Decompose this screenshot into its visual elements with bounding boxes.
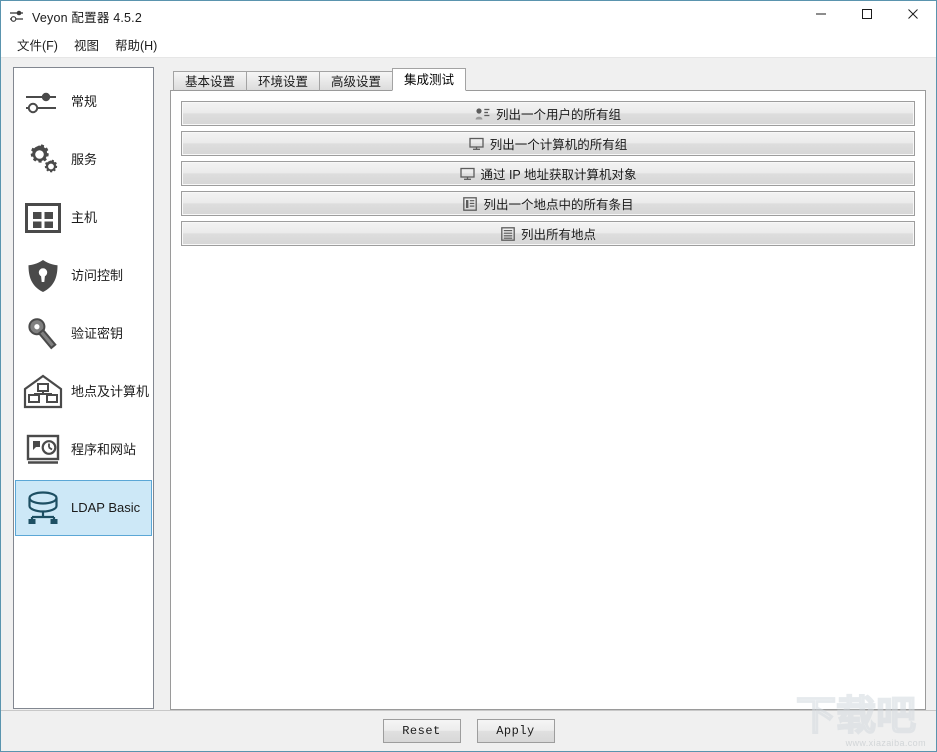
list-all-locations-button[interactable]: 列出所有地点	[181, 221, 915, 246]
sidebar-item-master[interactable]: 主机	[15, 190, 152, 246]
button-label: 列出一个计算机的所有组	[490, 134, 628, 153]
apply-button[interactable]: Apply	[477, 719, 555, 743]
tab-strip: 基本设置 环境设置 高级设置 集成测试	[170, 67, 926, 91]
sidebar-item-access-control[interactable]: 访问控制	[15, 248, 152, 304]
sidebar-item-general[interactable]: 常规	[15, 74, 152, 130]
button-label: 列出所有地点	[521, 224, 596, 243]
tab-integration-tests[interactable]: 集成测试	[392, 68, 466, 91]
maximize-icon	[861, 7, 873, 25]
sidebar-item-programs-websites[interactable]: 程序和网站	[15, 422, 152, 478]
list-all-entries-of-location-button[interactable]: 列出一个地点中的所有条目	[181, 191, 915, 216]
shield-keyhole-icon	[21, 254, 65, 298]
user-list-icon	[475, 106, 491, 122]
button-label: 列出一个地点中的所有条目	[483, 194, 633, 213]
monitor-icon	[469, 136, 485, 152]
get-computer-object-by-ip-button[interactable]: 通过 IP 地址获取计算机对象	[181, 161, 915, 186]
window-title: Veyon 配置器 4.5.2	[32, 7, 142, 26]
program-clock-icon	[21, 428, 65, 472]
sidebar-item-label: 程序和网站	[71, 443, 136, 457]
database-icon	[21, 486, 65, 530]
settings-pane: 基本设置 环境设置 高级设置 集成测试	[170, 67, 926, 710]
grid-window-icon	[21, 196, 65, 240]
list-panel-icon	[462, 196, 478, 212]
sidebar-item-locations-computers[interactable]: 地点及计算机	[15, 364, 152, 420]
list-rows-icon	[500, 226, 516, 242]
sliders-icon	[9, 8, 25, 24]
key-icon	[21, 312, 65, 356]
sidebar-item-label: 主机	[71, 211, 97, 225]
menu-help[interactable]: 帮助(H)	[107, 32, 165, 57]
minimize-button[interactable]	[798, 1, 844, 31]
menu-view[interactable]: 视图	[66, 32, 107, 57]
sidebar-item-label: LDAP Basic	[71, 501, 140, 515]
sidebar-item-service[interactable]: 服务	[15, 132, 152, 188]
menu-file[interactable]: 文件(F)	[9, 32, 66, 57]
work-area: 常规 服务	[1, 58, 936, 710]
list-all-groups-of-user-button[interactable]: 列出一个用户的所有组	[181, 101, 915, 126]
settings-sidebar: 常规 服务	[13, 67, 154, 709]
gears-icon	[21, 138, 65, 182]
sidebar-item-ldap-basic[interactable]: LDAP Basic	[15, 480, 152, 536]
integration-tests-panel: 列出一个用户的所有组 列出一个计算机的所有组	[170, 90, 926, 710]
tab-advanced-settings[interactable]: 高级设置	[319, 71, 393, 91]
list-all-groups-of-computer-button[interactable]: 列出一个计算机的所有组	[181, 131, 915, 156]
tab-environment-settings[interactable]: 环境设置	[246, 71, 320, 91]
sidebar-item-label: 验证密钥	[71, 327, 123, 341]
title-bar: Veyon 配置器 4.5.2	[1, 1, 936, 31]
sidebar-item-label: 服务	[71, 153, 97, 167]
tab-basic-settings[interactable]: 基本设置	[173, 71, 247, 91]
sidebar-item-label: 访问控制	[71, 269, 123, 283]
minimize-icon	[815, 7, 827, 25]
sidebar-item-auth-keys[interactable]: 验证密钥	[15, 306, 152, 362]
button-label: 列出一个用户的所有组	[496, 104, 621, 123]
window-controls	[798, 1, 936, 31]
close-icon	[907, 7, 919, 25]
sidebar-item-label: 常规	[71, 95, 97, 109]
monitor-icon	[459, 166, 475, 182]
application-window: Veyon 配置器 4.5.2	[0, 0, 937, 752]
close-button[interactable]	[890, 1, 936, 31]
footer-bar: Reset Apply 下载吧 www.xiazaiba.com	[1, 710, 936, 751]
watermark-url: www.xiazaiba.com	[846, 738, 926, 748]
reset-button[interactable]: Reset	[383, 719, 461, 743]
button-label: 通过 IP 地址获取计算机对象	[480, 164, 636, 183]
menu-bar: 文件(F) 视图 帮助(H)	[1, 31, 936, 58]
maximize-button[interactable]	[844, 1, 890, 31]
sidebar-item-label: 地点及计算机	[71, 385, 149, 399]
sliders-icon	[21, 80, 65, 124]
house-computers-icon	[21, 370, 65, 414]
